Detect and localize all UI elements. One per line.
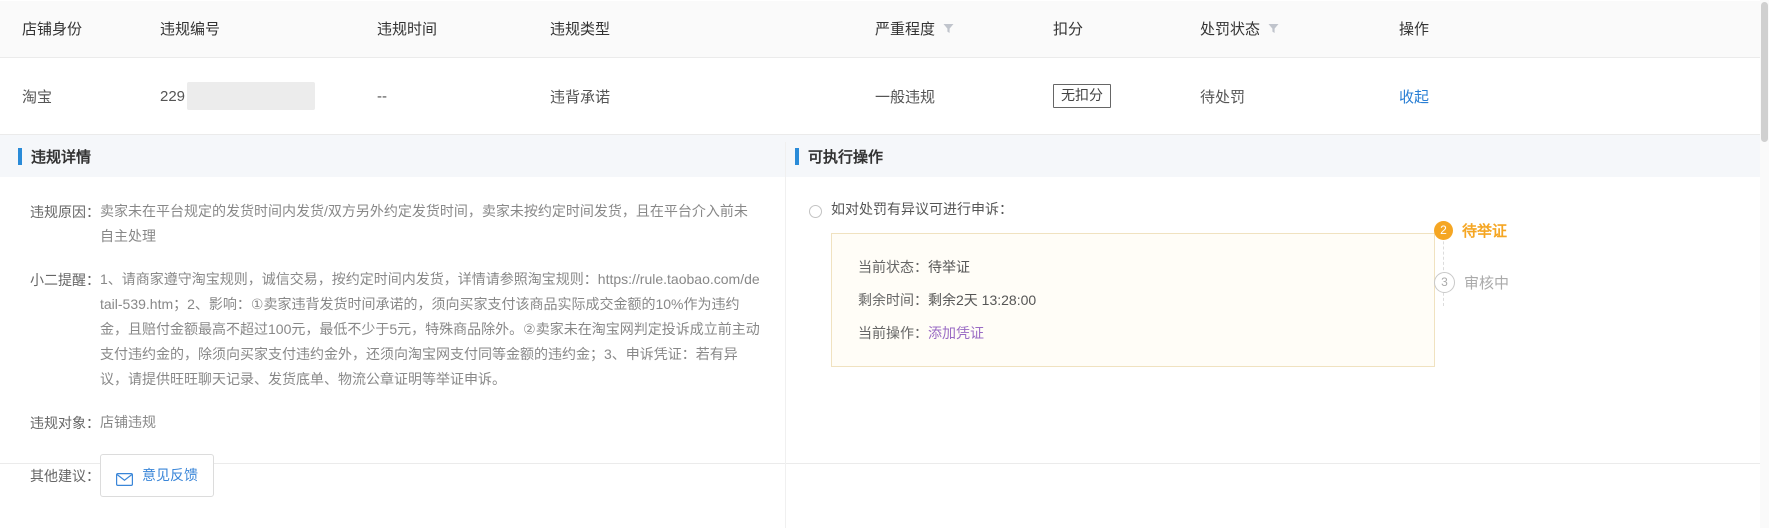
page-top-divider	[0, 0, 1769, 1]
timeline-step-reviewing: 3 审核中	[1434, 270, 1574, 294]
accent-bar	[795, 147, 799, 165]
cell-deduction: 无扣分	[1053, 84, 1200, 108]
violation-type-value: 违背承诺	[550, 88, 611, 106]
violation-time-value: --	[377, 87, 387, 105]
executable-actions-body: 如对处罚有异议可进行申诉： 当前状态：待举证 剩余时间：剩余2天 13:28:0…	[785, 177, 1769, 463]
executable-actions-header: 可执行操作	[785, 135, 1769, 177]
column-header-label: 店铺身份	[22, 21, 83, 38]
accent-bar	[18, 147, 22, 165]
column-header-violation-time[interactable]: 违规时间	[377, 18, 550, 39]
violation-reason-field: 违规原因： 卖家未在平台规定的发货时间内发货/双方另外约定发货时间，卖家未按约定…	[30, 199, 767, 249]
appeal-option-row[interactable]: 如对处罚有异议可进行申诉：	[809, 199, 1769, 219]
other-suggestion-field: 其他建议： 意见反馈	[30, 454, 767, 497]
column-header-deduction[interactable]: 扣分	[1053, 18, 1200, 39]
remaining-time-label: 剩余时间：	[858, 292, 928, 308]
cell-violation-id: 229	[160, 82, 377, 110]
feedback-button[interactable]: 意见反馈	[100, 454, 214, 497]
column-header-punish-status[interactable]: 处罚状态	[1200, 18, 1399, 39]
violation-detail-header: 违规详情	[0, 135, 785, 177]
shop-identity-value: 淘宝	[22, 88, 53, 106]
column-header-violation-id[interactable]: 违规编号	[160, 18, 377, 39]
violation-object-label: 违规对象：	[30, 415, 100, 431]
feedback-button-label: 意见反馈	[142, 467, 198, 483]
timeline-step-label: 审核中	[1464, 274, 1510, 292]
staff-tip-field: 小二提醒： 1、请商家遵守淘宝规则，诚信交易，按约定时间内发货，详情请参照淘宝规…	[30, 267, 767, 392]
violation-reason-value: 卖家未在平台规定的发货时间内发货/双方另外约定发货时间，卖家未按约定时间发货，且…	[100, 203, 748, 244]
column-header-label: 严重程度	[875, 21, 936, 38]
deduction-badge: 无扣分	[1053, 84, 1111, 108]
scrollbar-thumb[interactable]	[1761, 2, 1768, 142]
column-header-label: 违规编号	[160, 21, 221, 38]
timeline-step-pending-evidence: 2 待举证	[1434, 218, 1574, 242]
column-header-shop-identity[interactable]: 店铺身份	[0, 18, 160, 39]
current-operation-line: 当前操作：添加凭证	[858, 320, 1434, 346]
cell-violation-time: --	[377, 88, 550, 105]
add-evidence-link[interactable]: 添加凭证	[928, 325, 984, 341]
violation-id-wrapper: 229	[160, 82, 316, 110]
appeal-progress-timeline: 2 待举证 3 审核中	[1434, 218, 1574, 322]
current-operation-label: 当前操作：	[858, 325, 928, 341]
remaining-time-line: 剩余时间：剩余2天 13:28:00	[858, 287, 1434, 313]
table-row: 淘宝 229 -- 违背承诺 一般违规 无扣分 待处罚 收起	[0, 58, 1769, 135]
panel-divider	[785, 142, 786, 528]
envelope-icon	[116, 469, 134, 487]
violation-object-value: 店铺违规	[100, 414, 156, 430]
current-status-line: 当前状态：待举证	[858, 254, 1434, 280]
column-header-label: 扣分	[1053, 21, 1084, 38]
column-header-violation-type[interactable]: 违规类型	[550, 18, 875, 39]
column-header-label: 处罚状态	[1200, 21, 1261, 38]
page-scrollbar[interactable]	[1760, 0, 1769, 528]
radio-icon[interactable]	[809, 205, 822, 218]
cell-shop-identity: 淘宝	[0, 86, 160, 107]
violation-reason-label: 违规原因：	[30, 204, 100, 220]
staff-tip-label: 小二提醒：	[30, 272, 100, 288]
collapse-row-button[interactable]: 收起	[1399, 86, 1429, 107]
column-header-label: 违规类型	[550, 21, 611, 38]
table-header-row: 店铺身份 违规编号 违规时间 违规类型 严重程度 扣分 处罚状态 操作	[0, 0, 1769, 58]
violation-table: 店铺身份 违规编号 违规时间 违规类型 严重程度 扣分 处罚状态 操作 淘宝 2…	[0, 0, 1769, 135]
violation-detail-body: 违规原因： 卖家未在平台规定的发货时间内发货/双方另外约定发货时间，卖家未按约定…	[0, 177, 785, 497]
executable-actions-title: 可执行操作	[808, 148, 884, 166]
other-suggestion-label: 其他建议：	[30, 467, 100, 484]
violation-id-prefix: 229	[160, 87, 186, 105]
violation-detail-title: 违规详情	[31, 148, 92, 166]
timeline-step-number: 3	[1434, 271, 1455, 293]
filter-icon[interactable]	[1267, 22, 1280, 35]
violation-record-page: 店铺身份 违规编号 违规时间 违规类型 严重程度 扣分 处罚状态 操作 淘宝 2…	[0, 0, 1769, 528]
redaction-mask	[187, 82, 316, 110]
appeal-option-label: 如对处罚有异议可进行申诉：	[831, 201, 1013, 217]
timeline-step-number: 2	[1434, 220, 1453, 240]
cell-action: 收起	[1399, 86, 1769, 107]
column-header-severity[interactable]: 严重程度	[875, 18, 1053, 39]
current-status-value: 待举证	[928, 259, 970, 275]
column-header-label: 违规时间	[377, 21, 438, 38]
violation-object-field: 违规对象： 店铺违规	[30, 410, 767, 436]
remaining-time-value: 剩余2天 13:28:00	[928, 292, 1037, 308]
violation-detail-panel: 违规详情 违规原因： 卖家未在平台规定的发货时间内发货/双方另外约定发货时间，卖…	[0, 135, 785, 497]
executable-actions-panel: 可执行操作 如对处罚有异议可进行申诉： 当前状态：待举证 剩余时间：剩余2天 1…	[785, 135, 1769, 463]
severity-value: 一般违规	[875, 88, 936, 106]
appeal-status-box: 当前状态：待举证 剩余时间：剩余2天 13:28:00 当前操作：添加凭证	[831, 233, 1435, 367]
staff-tip-value: 1、请商家遵守淘宝规则，诚信交易，按约定时间内发货，详情请参照淘宝规则：http…	[100, 271, 760, 387]
cell-violation-type: 违背承诺	[550, 86, 875, 107]
cell-severity: 一般违规	[875, 86, 1053, 107]
cell-punish-status: 待处罚	[1200, 86, 1399, 107]
column-header-label: 操作	[1399, 21, 1430, 38]
current-status-label: 当前状态：	[858, 259, 928, 275]
timeline-step-label: 待举证	[1462, 222, 1508, 240]
punish-status-value: 待处罚	[1200, 88, 1246, 106]
filter-icon[interactable]	[942, 22, 955, 35]
column-header-action: 操作	[1399, 18, 1769, 39]
